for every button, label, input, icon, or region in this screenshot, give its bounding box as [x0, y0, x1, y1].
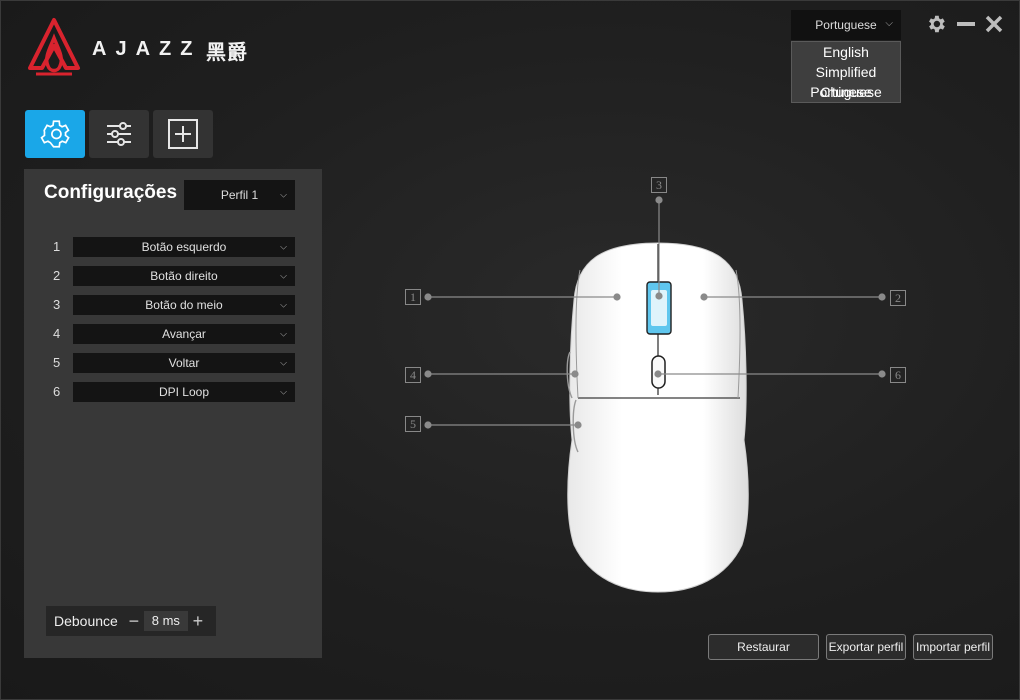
mouse-diagram	[424, 196, 886, 593]
mouse-tag-4[interactable]: 4	[405, 367, 421, 383]
import-profile-button[interactable]: Importar perfil	[913, 634, 993, 660]
callout-dot	[424, 421, 432, 429]
callout-dot	[878, 370, 886, 378]
callout-dot	[424, 293, 432, 301]
callout-dot	[574, 421, 582, 429]
callout-dot	[655, 292, 663, 300]
mouse-tag-1[interactable]: 1	[405, 289, 421, 305]
mouse-tag-2[interactable]: 2	[890, 290, 906, 306]
callout-dot	[655, 196, 663, 204]
callout-dot	[878, 293, 886, 301]
callout-dot	[424, 370, 432, 378]
mouse-tag-3[interactable]: 3	[651, 177, 667, 193]
restore-button[interactable]: Restaurar	[708, 634, 819, 660]
callout-dot	[700, 293, 708, 301]
mouse-tag-5[interactable]: 5	[405, 416, 421, 432]
mouse-tag-6[interactable]: 6	[890, 367, 906, 383]
callout-dot	[613, 293, 621, 301]
export-profile-button[interactable]: Exportar perfil	[826, 634, 906, 660]
callout-dot	[571, 370, 579, 378]
callout-dot	[654, 370, 662, 378]
